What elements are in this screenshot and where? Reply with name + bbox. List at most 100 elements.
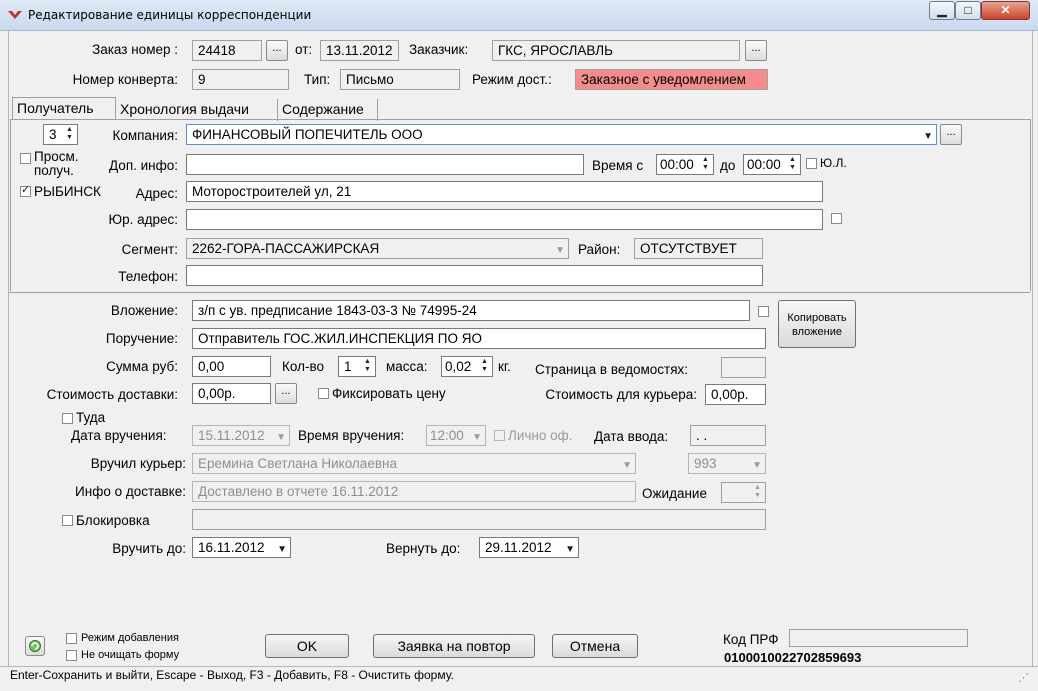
company-lookup-button[interactable]: ... [940,124,962,145]
prf-code-field[interactable] [789,629,968,647]
block-reason-field[interactable] [192,509,766,530]
copy-attachment-label-2: вложение [792,326,842,338]
courier-code-combobox[interactable]: 993 ▼ [688,453,766,474]
chevron-down-icon[interactable]: ▼ [923,128,933,144]
envelope-number-field[interactable]: 9 [192,69,289,90]
tab-issue-history[interactable]: Хронология выдачи [116,99,278,121]
return-by-field[interactable]: 29.11.2012 ▼ [479,537,579,558]
spin-arrows-icon[interactable]: ▲ ▼ [699,156,712,173]
spin-arrows-icon[interactable]: ▲ ▼ [63,126,76,143]
handover-time-field[interactable]: 12:00 ▼ [426,425,486,446]
segment-combobox[interactable]: 2262-ГОРА-ПАССАЖИРСКАЯ ▼ [186,238,569,259]
customer-lookup-button[interactable]: ... [745,40,767,61]
city-checkbox[interactable] [20,183,31,197]
tab-recipient[interactable]: Получатель [12,97,116,120]
block-checkbox[interactable] [62,515,73,526]
add-mode-checkbox[interactable] [66,633,77,644]
courier-cost-field[interactable]: 0,00р. [705,384,766,405]
chevron-down-icon[interactable]: ▼ [565,541,575,557]
delivery-cost-lookup-button[interactable]: ... [275,383,297,404]
keep-form-checkbox[interactable] [66,650,77,661]
maximize-icon: □ [964,3,972,17]
customer-field[interactable]: ГКС, ЯРОСЛАВЛЬ [492,40,740,61]
personal-checkbox[interactable] [494,430,505,441]
type-field[interactable]: Письмо [340,69,460,90]
segment-value: 2262-ГОРА-ПАССАЖИРСКАЯ [192,241,380,256]
title-bar[interactable]: Редактирование единицы корреспонденции ▁… [0,0,1038,31]
delivery-info-label: Инфо о доставке: [75,484,186,499]
chevron-down-icon[interactable]: ▼ [555,242,565,258]
quantity-spinner[interactable]: 1 ▲ ▼ [338,356,376,377]
phone-field[interactable] [186,265,763,286]
sum-field[interactable]: 0,00 [192,356,271,377]
attachment-checkbox[interactable] [758,306,769,317]
chevron-down-icon[interactable]: ▼ [276,429,286,445]
order-date-field[interactable]: 13.11.2012 [320,40,399,61]
tab-contents[interactable]: Содержание [278,99,378,121]
there-checkbox[interactable] [62,413,73,424]
legal-address-label: Юр. адрес: [108,212,178,227]
district-field[interactable]: ОТСУТСТВУЕТ [634,238,763,259]
kg-label: кг. [498,359,511,374]
waiting-spinner[interactable]: ▲ ▼ [721,482,766,503]
block-label: Блокировка [76,513,150,528]
chevron-down-icon[interactable]: ▼ [752,457,762,473]
refresh-button[interactable] [25,636,45,656]
time-from-label: Время с [592,158,644,173]
legal-address-field[interactable] [186,209,823,230]
extra-info-field[interactable] [186,154,584,175]
chevron-down-icon[interactable]: ▼ [472,429,482,445]
spin-arrows-icon[interactable]: ▲ ▼ [478,358,491,375]
chevron-down-icon[interactable]: ▼ [277,541,287,557]
close-button[interactable]: ✕ [981,1,1030,20]
minimize-button[interactable]: ▁ [929,1,955,20]
handover-date-field[interactable]: 15.11.2012 ▼ [192,425,290,446]
phone-label: Телефон: [118,269,178,284]
attachment-field[interactable]: з/п с ув. предписание 1843-03-3 № 74995-… [192,300,750,321]
spin-arrows-icon[interactable]: ▲ ▼ [751,484,764,501]
legal-entity-checkbox[interactable] [806,158,817,169]
spin-arrows-icon[interactable]: ▲ ▼ [361,358,374,375]
courier-label: Вручил курьер: [90,456,186,471]
courier-combobox[interactable]: Еремина Светлана Николаевна ▼ [192,453,636,474]
view-recipient-checkbox[interactable] [20,153,31,164]
resize-grip-icon[interactable]: ⋰ [1018,671,1029,684]
fix-price-label: Фиксировать цену [332,386,446,401]
mass-spinner[interactable]: 0,02 ▲ ▼ [441,356,493,377]
delivery-info-field[interactable]: Доставлено в отчете 16.11.2012 [192,481,636,502]
delivery-cost-field[interactable]: 0,00р. [192,383,271,404]
company-combobox[interactable]: ФИНАНСОВЫЙ ПОПЕЧИТЕЛЬ ООО ▼ [186,124,937,145]
recipient-index-spinner[interactable]: 3 ▲ ▼ [43,124,78,145]
legal-address-checkbox[interactable] [831,213,842,224]
repeat-request-button[interactable]: Заявка на повтор [373,634,535,658]
customer-label: Заказчик: [409,42,469,57]
cancel-button[interactable]: Отмена [552,634,638,658]
sheet-page-label: Страница в ведомостях: [535,362,689,377]
ok-button[interactable]: OK [265,634,349,658]
time-from-field[interactable]: 00:00 ▲ ▼ [656,154,714,175]
courier-code-value: 993 [694,456,717,471]
delivery-cost-label: Стоимость доставки: [46,387,178,402]
delivery-mode-field[interactable]: Заказное с уведомлением [575,69,768,90]
entry-date-field[interactable]: . . [690,425,766,446]
maximize-button[interactable]: □ [955,1,981,20]
spin-arrows-icon[interactable]: ▲ ▼ [786,156,799,173]
deliver-by-field[interactable]: 16.11.2012 ▼ [192,537,291,558]
order-number-field[interactable]: 24418 [192,40,262,61]
attachment-label: Вложение: [110,303,178,318]
time-to-field[interactable]: 00:00 ▲ ▼ [743,154,801,175]
address-label: Адрес: [135,186,178,201]
prf-code-label: Код ПРФ [723,632,779,647]
window-title: Редактирование единицы корреспонденции [28,8,312,22]
order-lookup-button[interactable]: ... [266,40,288,61]
sheet-page-field[interactable] [721,357,766,378]
fix-price-checkbox[interactable] [318,388,329,399]
copy-attachment-button[interactable]: Копировать вложение [778,300,856,348]
chevron-down-icon[interactable]: ▼ [622,457,632,473]
mass-label: масса: [386,359,428,374]
address-field[interactable]: Моторостроителей ул, 21 [186,181,823,202]
minimize-icon: ▁ [937,3,947,17]
company-label: Компания: [112,128,178,143]
assignment-field[interactable]: Отправитель ГОС.ЖИЛ.ИНСПЕКЦИЯ ПО ЯО [192,328,766,349]
tab-strip: Получатель Хронология выдачи Содержание [8,97,1030,121]
